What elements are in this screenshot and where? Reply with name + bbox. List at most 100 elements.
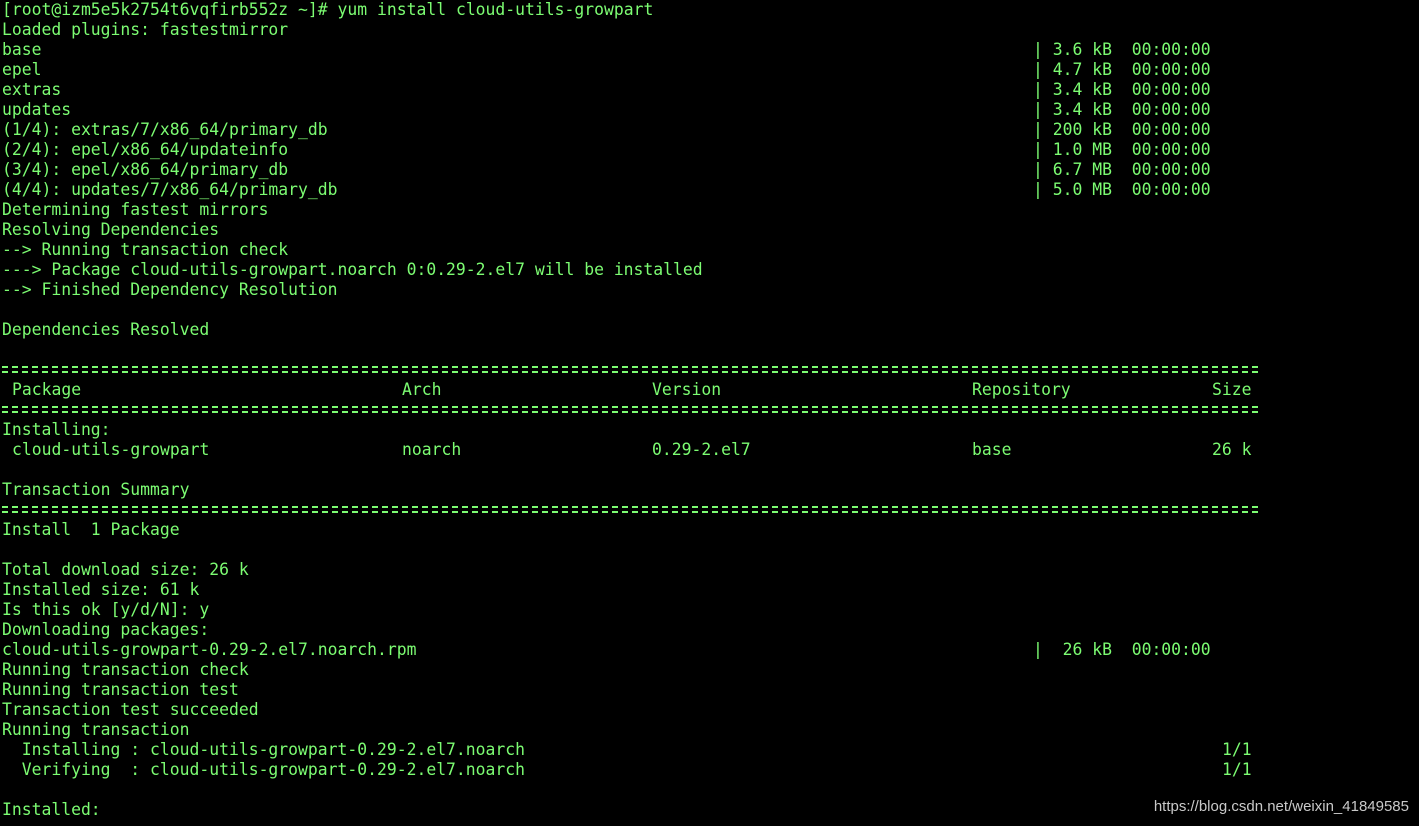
table-row: cloud-utils-growpart noarch 0.29-2.el7 b… (0, 440, 1419, 460)
output-line: Transaction Summary (0, 480, 1419, 500)
step-count: 1/1 (1222, 740, 1252, 759)
output-line: Dependencies Resolved (0, 320, 1419, 340)
row-package: cloud-utils-growpart (12, 440, 210, 459)
output-line: Running transaction (0, 720, 1419, 740)
resolve-text: Resolving Dependencies (2, 220, 220, 239)
download-size: | 26 kB (1033, 640, 1112, 659)
repo-time: 00:00:00 (1131, 160, 1211, 179)
repo-time: 00:00:00 (1131, 100, 1211, 119)
repo-time: 00:00:00 (1131, 120, 1211, 139)
output-line: Installed size: 61 k (0, 580, 1419, 600)
output-line: Transaction test succeeded (0, 700, 1419, 720)
repo-line: (3/4): epel/x86_64/primary_db | 6.7 MB 00… (0, 160, 1419, 180)
download-progress: | 26 kB 00:00:00 (1033, 640, 1211, 660)
repo-line: updates | 3.4 kB 00:00:00 (0, 100, 1419, 120)
output-line: Running transaction test (0, 680, 1419, 700)
repo-size: | 1.0 MB (1033, 140, 1112, 159)
repo-name: epel (2, 60, 42, 79)
repo-line: extras | 3.4 kB 00:00:00 (0, 80, 1419, 100)
repo-progress: | 5.0 MB 00:00:00 (1033, 180, 1211, 200)
repo-name: base (2, 40, 42, 59)
output-line: Downloading packages: (0, 620, 1419, 640)
repo-size: | 6.7 MB (1033, 160, 1112, 179)
output-line: --> Finished Dependency Resolution (0, 280, 1419, 300)
header-repository: Repository (972, 380, 1071, 399)
repo-line: base | 3.6 kB 00:00:00 (0, 40, 1419, 60)
repo-name: (2/4): epel/x86_64/updateinfo (2, 140, 289, 159)
step-label: Installing : cloud-utils-growpart-0.29-2… (2, 740, 526, 759)
watermark-text: https://blog.csdn.net/weixin_41849585 (1153, 798, 1409, 815)
table-rule (0, 400, 1419, 420)
repo-size: | 3.4 kB (1033, 80, 1112, 99)
repo-size: | 200 kB (1033, 120, 1112, 139)
confirm-prompt: Is this ok [y/d/N]: y (2, 600, 210, 619)
repo-progress: | 200 kB 00:00:00 (1033, 120, 1211, 140)
table-header-row: Package Arch Version Repository Size (0, 380, 1419, 400)
installed-label: Installed: (2, 800, 101, 819)
resolve-text: --> Finished Dependency Resolution (2, 280, 338, 299)
transaction-text: Running transaction check (2, 660, 249, 679)
double-rule (2, 366, 1262, 373)
repo-progress: | 4.7 kB 00:00:00 (1033, 60, 1211, 80)
header-version: Version (652, 380, 722, 399)
download-file-name: cloud-utils-growpart-0.29-2.el7.noarch.r… (2, 640, 417, 659)
repo-progress: | 3.4 kB 00:00:00 (1033, 100, 1211, 120)
step-line: Verifying : cloud-utils-growpart-0.29-2.… (0, 760, 1419, 780)
repo-name: (1/4): extras/7/x86_64/primary_db (2, 120, 328, 139)
repo-progress: | 3.6 kB 00:00:00 (1033, 40, 1211, 60)
downloading-label: Downloading packages: (2, 620, 210, 639)
output-line: Running transaction check (0, 660, 1419, 680)
prompt-text: [root@izm5e5k2754t6vqfirb552z ~]# yum in… (2, 0, 653, 20)
header-arch: Arch (402, 380, 442, 399)
output-line: Loaded plugins: fastestmirror (0, 20, 1419, 40)
resolve-text: --> Running transaction check (2, 240, 289, 259)
repo-line: (4/4): updates/7/x86_64/primary_db | 5.0 … (0, 180, 1419, 200)
output-line: Determining fastest mirrors (0, 200, 1419, 220)
download-line: cloud-utils-growpart-0.29-2.el7.noarch.r… (0, 640, 1419, 660)
prompt-user-host: [root@izm5e5k2754t6vqfirb552z ~]# (2, 0, 328, 19)
repo-time: 00:00:00 (1131, 180, 1211, 199)
install-count: Install 1 Package (2, 520, 180, 539)
resolve-text: Determining fastest mirrors (2, 200, 269, 219)
step-line: Installing : cloud-utils-growpart-0.29-2… (0, 740, 1419, 760)
output-line: Install 1 Package (0, 520, 1419, 540)
prompt-line: [root@izm5e5k2754t6vqfirb552z ~]# yum in… (0, 0, 1419, 20)
repo-time: 00:00:00 (1131, 40, 1211, 59)
output-line: ---> Package cloud-utils-growpart.noarch… (0, 260, 1419, 280)
header-size: Size (1212, 380, 1252, 399)
repo-name: updates (2, 100, 72, 119)
step-label: Verifying : cloud-utils-growpart-0.29-2.… (2, 760, 526, 779)
repo-name: (3/4): epel/x86_64/primary_db (2, 160, 289, 179)
repo-size: | 3.4 kB (1033, 100, 1112, 119)
terminal-window[interactable]: [root@izm5e5k2754t6vqfirb552z ~]# yum in… (0, 0, 1419, 826)
row-size: 26 k (1212, 440, 1252, 459)
row-arch: noarch (402, 440, 462, 459)
header-package: Package (12, 380, 82, 399)
repo-time: 00:00:00 (1131, 60, 1211, 79)
repo-progress: | 6.7 MB 00:00:00 (1033, 160, 1211, 180)
repo-name: (4/4): updates/7/x86_64/primary_db (2, 180, 338, 199)
repo-line: (1/4): extras/7/x86_64/primary_db | 200 k… (0, 120, 1419, 140)
deps-resolved-text: Dependencies Resolved (2, 320, 210, 339)
repo-line: (2/4): epel/x86_64/updateinfo | 1.0 MB 00… (0, 140, 1419, 160)
download-time: 00:00:00 (1131, 640, 1211, 659)
repo-progress: | 1.0 MB 00:00:00 (1033, 140, 1211, 160)
repo-line: epel | 4.7 kB 00:00:00 (0, 60, 1419, 80)
repo-name: extras (2, 80, 62, 99)
output-line: Is this ok [y/d/N]: y (0, 600, 1419, 620)
transaction-text: Running transaction (2, 720, 190, 739)
repo-time: 00:00:00 (1131, 140, 1211, 159)
row-version: 0.29-2.el7 (652, 440, 751, 459)
prompt-command: yum install cloud-utils-growpart (337, 0, 654, 19)
output-line: Resolving Dependencies (0, 220, 1419, 240)
transaction-text: Running transaction test (2, 680, 239, 699)
repo-progress: | 3.4 kB 00:00:00 (1033, 80, 1211, 100)
installed-size: Installed size: 61 k (2, 580, 200, 599)
table-rule (0, 500, 1419, 520)
resolve-text: ---> Package cloud-utils-growpart.noarch… (2, 260, 703, 279)
double-rule (2, 506, 1262, 513)
row-repository: base (972, 440, 1012, 459)
repo-size: | 4.7 kB (1033, 60, 1112, 79)
